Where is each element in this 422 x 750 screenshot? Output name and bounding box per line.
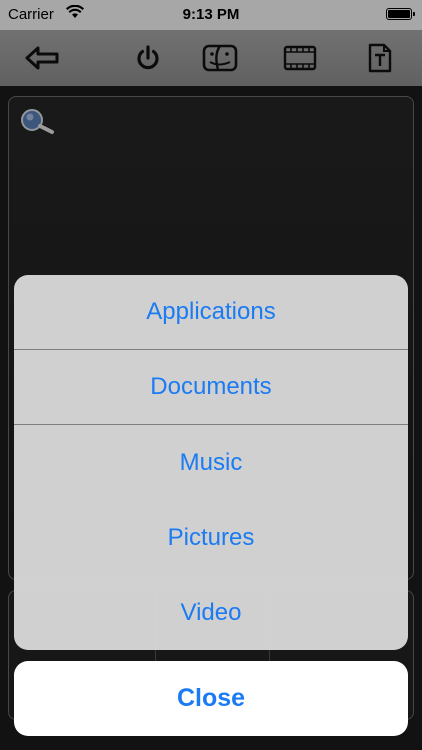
action-pictures[interactable]: Pictures (14, 500, 408, 575)
action-music[interactable]: Music (14, 425, 408, 500)
action-documents[interactable]: Documents (14, 350, 408, 425)
action-sheet: Applications Documents Music Pictures Vi… (14, 275, 408, 650)
action-video[interactable]: Video (14, 575, 408, 650)
close-button[interactable]: Close (14, 661, 408, 736)
action-applications[interactable]: Applications (14, 275, 408, 350)
